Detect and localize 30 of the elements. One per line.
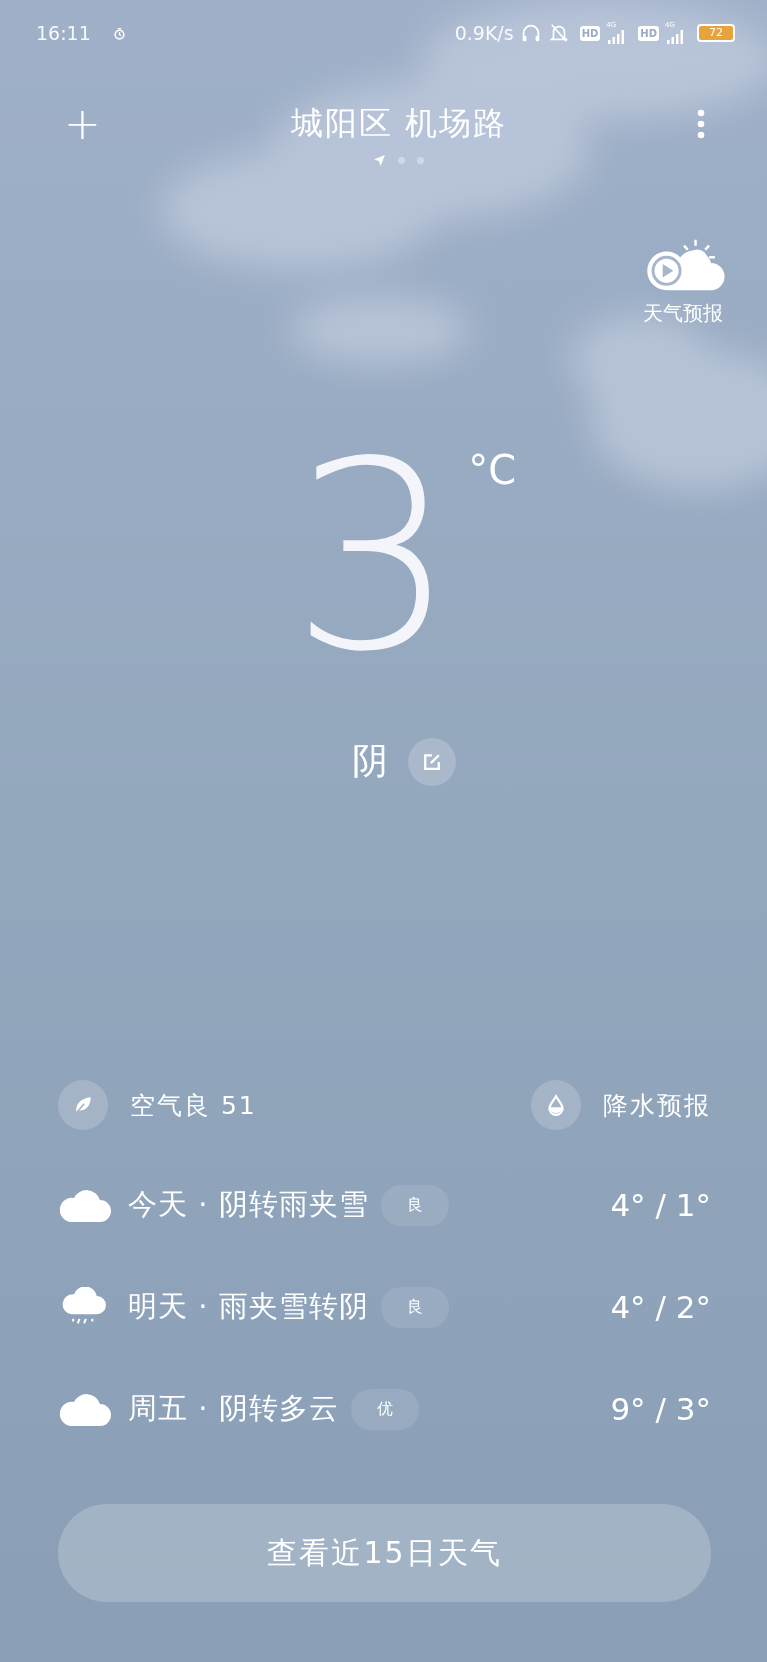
air-quality-tag: 良	[380, 1184, 449, 1226]
temperature-range: 9° / 3°	[610, 1391, 711, 1427]
leaf-icon[interactable]	[58, 1080, 108, 1130]
video-forecast-label[interactable]: 天气预报	[643, 300, 723, 327]
temperature-range: 4° / 1°	[610, 1187, 711, 1223]
air-quality-tag: 优	[350, 1388, 419, 1430]
forecast-day: 今天 · 阴转雨夹雪	[128, 1185, 369, 1225]
temperature-unit: °C	[468, 447, 517, 493]
bell-muted-icon	[547, 22, 570, 44]
timer-icon	[112, 26, 126, 40]
air-quality-tag: 良	[380, 1286, 449, 1328]
battery-indicator: 72	[697, 24, 735, 42]
air-quality-label[interactable]: 空气良 51	[130, 1088, 257, 1122]
more-menu-icon[interactable]	[697, 108, 705, 140]
edit-icon[interactable]	[422, 752, 441, 771]
location-page-icon[interactable]	[373, 154, 387, 167]
15-day-forecast-button[interactable]: 查看近15日天气	[58, 1504, 711, 1602]
forecast-day: 明天 · 雨夹雪转阴	[128, 1287, 369, 1327]
page-dot[interactable]	[398, 157, 406, 164]
location-title: 城阳区 机场路	[290, 103, 507, 144]
page-dot[interactable]	[417, 157, 425, 164]
add-city-button[interactable]: +	[64, 102, 101, 146]
current-temperature: 3	[290, 437, 457, 677]
temperature-range: 4° / 2°	[610, 1289, 711, 1325]
precipitation-forecast-label[interactable]: 降水预报	[603, 1088, 711, 1122]
weather-condition: 阴	[351, 739, 388, 783]
water-drop-icon[interactable]	[531, 1080, 581, 1130]
forecast-day: 周五 · 阴转多云	[128, 1389, 339, 1429]
network-speed: 0.9K/s	[454, 22, 514, 44]
status-time: 16:11	[36, 22, 91, 44]
